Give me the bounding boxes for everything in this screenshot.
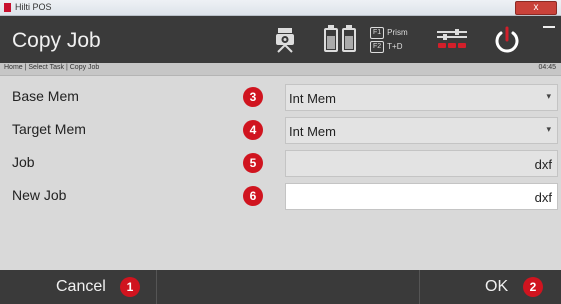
f2-key: F2 <box>370 40 385 53</box>
ok-label: OK <box>485 278 509 295</box>
target-mem-dropdown[interactable]: Int Mem ▾ <box>285 117 558 144</box>
cancel-button[interactable]: Cancel 1 <box>0 270 156 304</box>
window-close-button[interactable]: x <box>515 1 557 15</box>
f1-shortcut[interactable]: F1 Prism <box>370 26 408 39</box>
dropdown-arrow-icon: ▾ <box>546 124 551 134</box>
f1-key: F1 <box>370 26 385 39</box>
step-badge: 3 <box>243 87 263 107</box>
window-title: Hilti POS <box>15 2 52 12</box>
step-badge: 1 <box>120 277 140 297</box>
target-mem-value: Int Mem <box>289 124 336 139</box>
job-value: dxf <box>534 157 552 172</box>
f2-shortcut[interactable]: F2 T+D <box>370 40 403 53</box>
clock: 04:45 <box>538 64 556 71</box>
minimize-button[interactable] <box>537 16 561 38</box>
breadcrumb: Home | Select Task | Copy Job <box>4 64 100 71</box>
base-mem-row: Base Mem 3 Int Mem ▾ <box>0 81 561 113</box>
window-titlebar: Hilti POS x <box>0 0 561 16</box>
base-mem-value: Int Mem <box>289 91 336 106</box>
target-mem-row: Target Mem 4 Int Mem ▾ <box>0 114 561 146</box>
battery-1-icon <box>324 24 338 52</box>
step-badge: 2 <box>523 277 543 297</box>
new-job-row: New Job 6 dxf <box>0 180 561 212</box>
battery-2-icon <box>342 24 356 52</box>
settings-icon[interactable] <box>432 16 472 63</box>
f2-label: T+D <box>387 42 403 51</box>
step-badge: 6 <box>243 186 263 206</box>
target-mem-label: Target Mem <box>12 121 86 137</box>
dropdown-arrow-icon: ▾ <box>546 91 551 101</box>
app-icon <box>4 3 11 12</box>
new-job-value: dxf <box>534 190 552 205</box>
form-panel: Base Mem 3 Int Mem ▾ Target Mem 4 Int Me… <box>0 76 561 270</box>
new-job-input[interactable]: dxf <box>285 183 558 210</box>
page-title: Copy Job <box>12 29 101 52</box>
new-job-label: New Job <box>12 187 67 203</box>
breadcrumb-bar: Home | Select Task | Copy Job 04:45 <box>0 63 561 76</box>
job-field[interactable]: dxf <box>285 150 558 177</box>
app-header: Copy Job F1 Prism F2 T+D <box>0 16 561 63</box>
step-badge: 4 <box>243 120 263 140</box>
job-row: Job 5 dxf <box>0 147 561 179</box>
divider <box>156 270 157 304</box>
power-icon[interactable] <box>486 16 528 63</box>
ok-button[interactable]: OK 2 <box>419 270 561 304</box>
footer-bar: Cancel 1 OK 2 <box>0 270 561 304</box>
fkey-icon[interactable]: F1 Prism F2 T+D <box>370 16 420 63</box>
base-mem-dropdown[interactable]: Int Mem ▾ <box>285 84 558 111</box>
base-mem-label: Base Mem <box>12 88 79 104</box>
step-badge: 5 <box>243 153 263 173</box>
cancel-label: Cancel <box>56 278 106 295</box>
battery-icon <box>322 16 358 63</box>
f1-label: Prism <box>387 28 408 37</box>
job-label: Job <box>12 154 35 170</box>
tripod-icon[interactable] <box>266 16 304 63</box>
